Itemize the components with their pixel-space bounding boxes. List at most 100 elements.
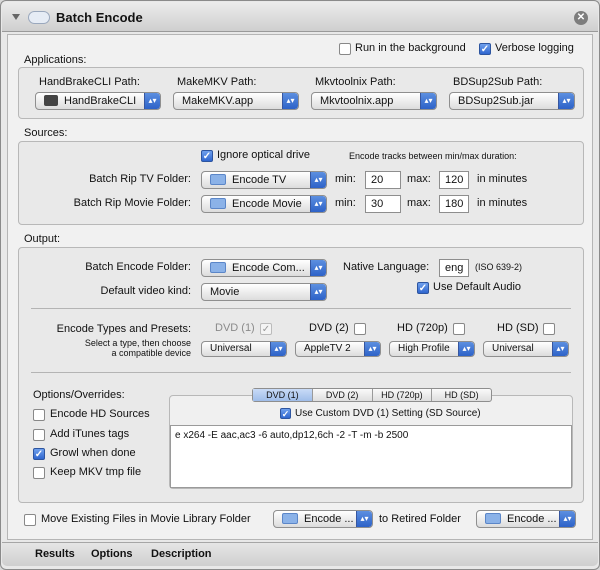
move-from-folder-value: Encode ... xyxy=(304,513,354,525)
handbrake-path-popup[interactable]: HandBrakeCLI ▴▾ xyxy=(35,92,161,110)
bdsup2sub-path-popup[interactable]: BDSup2Sub.jar ▴▾ xyxy=(449,92,575,110)
popup-arrows-icon: ▴▾ xyxy=(282,93,298,109)
select-note-2: a compatible device xyxy=(111,348,191,358)
type-tabs: DVD (1) DVD (2) HD (720p) HD (SD) xyxy=(252,388,492,402)
makemkv-path-popup[interactable]: MakeMKV.app ▴▾ xyxy=(173,92,299,110)
custom-settings-box: DVD (1) DVD (2) HD (720p) HD (SD) ✓ Use … xyxy=(169,388,573,489)
override-hd-sources-checkbox[interactable] xyxy=(33,409,45,421)
popup-arrows-icon: ▴▾ xyxy=(420,93,436,109)
applications-label: Applications: xyxy=(24,54,87,66)
type-hdsd-checkbox[interactable] xyxy=(543,323,555,335)
run-background-checkbox[interactable] xyxy=(339,43,351,55)
retired-folder-label: to Retired Folder xyxy=(379,513,461,525)
tv-minutes-label: in minutes xyxy=(477,173,528,185)
override-keep-mkv-checkbox[interactable] xyxy=(33,467,45,479)
popup-arrows-icon: ▴▾ xyxy=(559,511,575,527)
movie-max-label: max: xyxy=(407,197,431,209)
mkvtoolnix-path-value: Mkvtoolnix.app xyxy=(320,95,394,107)
override-hd-sources-label: Encode HD Sources xyxy=(50,408,150,420)
preset-dvd1-value: Universal xyxy=(210,343,252,354)
video-kind-popup[interactable]: Movie ▴▾ xyxy=(201,283,327,301)
move-existing-label: Move Existing Files in Movie Library Fol… xyxy=(41,513,251,525)
type-dvd2-label: DVD (2) xyxy=(309,322,349,334)
applications-group: HandBrakeCLI Path: HandBrakeCLI ▴▾ MakeMK… xyxy=(18,67,584,119)
preset-hd720-value: High Profile xyxy=(398,343,450,354)
tab-results[interactable]: Results xyxy=(35,548,75,560)
tv-min-label: min: xyxy=(335,173,356,185)
popup-arrows-icon: ▴▾ xyxy=(310,260,326,276)
preset-hdsd-value: Universal xyxy=(492,343,534,354)
batch-encode-window: Batch Encode ✕ Run in the background ✓ V… xyxy=(0,0,600,570)
movie-folder-label: Batch Rip Movie Folder: xyxy=(73,197,191,209)
folder-icon xyxy=(210,174,226,185)
tab-dvd2[interactable]: DVD (2) xyxy=(313,389,373,401)
tv-min-field[interactable]: 20 xyxy=(365,171,401,189)
type-dvd1-label: DVD (1) xyxy=(215,322,255,334)
use-default-audio-checkbox[interactable]: ✓ xyxy=(417,282,429,294)
tv-max-field[interactable]: 120 xyxy=(439,171,469,189)
window-title: Batch Encode xyxy=(56,10,143,25)
verbose-logging-checkbox[interactable]: ✓ xyxy=(479,43,491,55)
custom-args-textarea[interactable]: e x264 -E aac,ac3 -6 auto,dp12,6ch -2 -T… xyxy=(170,425,572,488)
title-bar: Batch Encode ✕ xyxy=(2,2,598,32)
retired-folder-popup[interactable]: Encode ... ▴▾ xyxy=(476,510,576,528)
movie-min-field[interactable]: 30 xyxy=(365,195,401,213)
folder-icon xyxy=(210,198,226,209)
automator-action-icon xyxy=(28,11,50,24)
run-background-label: Run in the background xyxy=(355,42,466,54)
divider xyxy=(31,372,571,373)
move-existing-checkbox[interactable] xyxy=(24,514,36,526)
tab-dvd1[interactable]: DVD (1) xyxy=(253,389,313,401)
close-icon[interactable]: ✕ xyxy=(574,11,588,25)
native-language-field[interactable]: eng xyxy=(439,259,469,277)
type-dvd2-checkbox[interactable] xyxy=(354,323,366,335)
folder-icon xyxy=(282,513,298,524)
movie-folder-value: Encode Movie xyxy=(232,198,302,210)
preset-dvd2-popup[interactable]: AppleTV 2 ▴▾ xyxy=(295,341,381,357)
preset-hdsd-popup[interactable]: Universal ▴▾ xyxy=(483,341,569,357)
popup-arrows-icon: ▴▾ xyxy=(310,196,326,212)
handbrake-path-label: HandBrakeCLI Path: xyxy=(39,76,140,88)
select-note-1: Select a type, then choose xyxy=(84,338,191,348)
tab-hd720[interactable]: HD (720p) xyxy=(373,389,433,401)
encode-folder-popup[interactable]: Encode Com... ▴▾ xyxy=(201,259,327,277)
override-growl-checkbox[interactable]: ✓ xyxy=(33,448,45,460)
type-hd720-checkbox[interactable] xyxy=(453,323,465,335)
disclosure-triangle-icon[interactable] xyxy=(12,14,20,20)
ignore-optical-checkbox[interactable]: ✓ xyxy=(201,150,213,162)
popup-arrows-icon: ▴▾ xyxy=(270,342,286,356)
folder-icon xyxy=(485,513,501,524)
tab-description[interactable]: Description xyxy=(151,548,212,560)
makemkv-path-value: MakeMKV.app xyxy=(182,95,254,107)
override-keep-mkv-label: Keep MKV tmp file xyxy=(50,466,142,478)
override-growl-label: Growl when done xyxy=(50,447,136,459)
popup-arrows-icon: ▴▾ xyxy=(552,342,568,356)
sources-label: Sources: xyxy=(24,127,68,139)
custom-args-value: e x264 -E aac,ac3 -6 auto,dp12,6ch -2 -T… xyxy=(175,430,409,441)
tab-options[interactable]: Options xyxy=(91,548,133,560)
movie-max-field[interactable]: 180 xyxy=(439,195,469,213)
ignore-optical-label: Ignore optical drive xyxy=(217,149,310,161)
tv-max-label: max: xyxy=(407,173,431,185)
video-kind-label: Default video kind: xyxy=(100,285,192,297)
popup-arrows-icon: ▴▾ xyxy=(310,172,326,188)
move-from-folder-popup[interactable]: Encode ... ▴▾ xyxy=(273,510,373,528)
use-custom-checkbox[interactable]: ✓ xyxy=(280,408,291,419)
override-itunes-checkbox[interactable] xyxy=(33,429,45,441)
output-group: Batch Encode Folder: Encode Com... ▴▾ Nat… xyxy=(18,247,584,503)
tab-hdsd[interactable]: HD (SD) xyxy=(432,389,491,401)
type-hd720-label: HD (720p) xyxy=(397,322,448,334)
preset-dvd2-value: AppleTV 2 xyxy=(304,343,351,354)
video-kind-value: Movie xyxy=(210,286,240,298)
type-dvd1-checkbox: ✓ xyxy=(260,323,272,335)
tv-folder-popup[interactable]: Encode TV ▴▾ xyxy=(201,171,327,189)
movie-minutes-label: in minutes xyxy=(477,197,528,209)
native-language-label: Native Language: xyxy=(343,261,430,273)
mkvtoolnix-path-popup[interactable]: Mkvtoolnix.app ▴▾ xyxy=(311,92,437,110)
preset-hd720-popup[interactable]: High Profile ▴▾ xyxy=(389,341,475,357)
movie-folder-popup[interactable]: Encode Movie ▴▾ xyxy=(201,195,327,213)
divider xyxy=(31,308,571,309)
verbose-logging-label: Verbose logging xyxy=(495,42,574,54)
override-itunes-label: Add iTunes tags xyxy=(50,428,130,440)
preset-dvd1-popup[interactable]: Universal ▴▾ xyxy=(201,341,287,357)
